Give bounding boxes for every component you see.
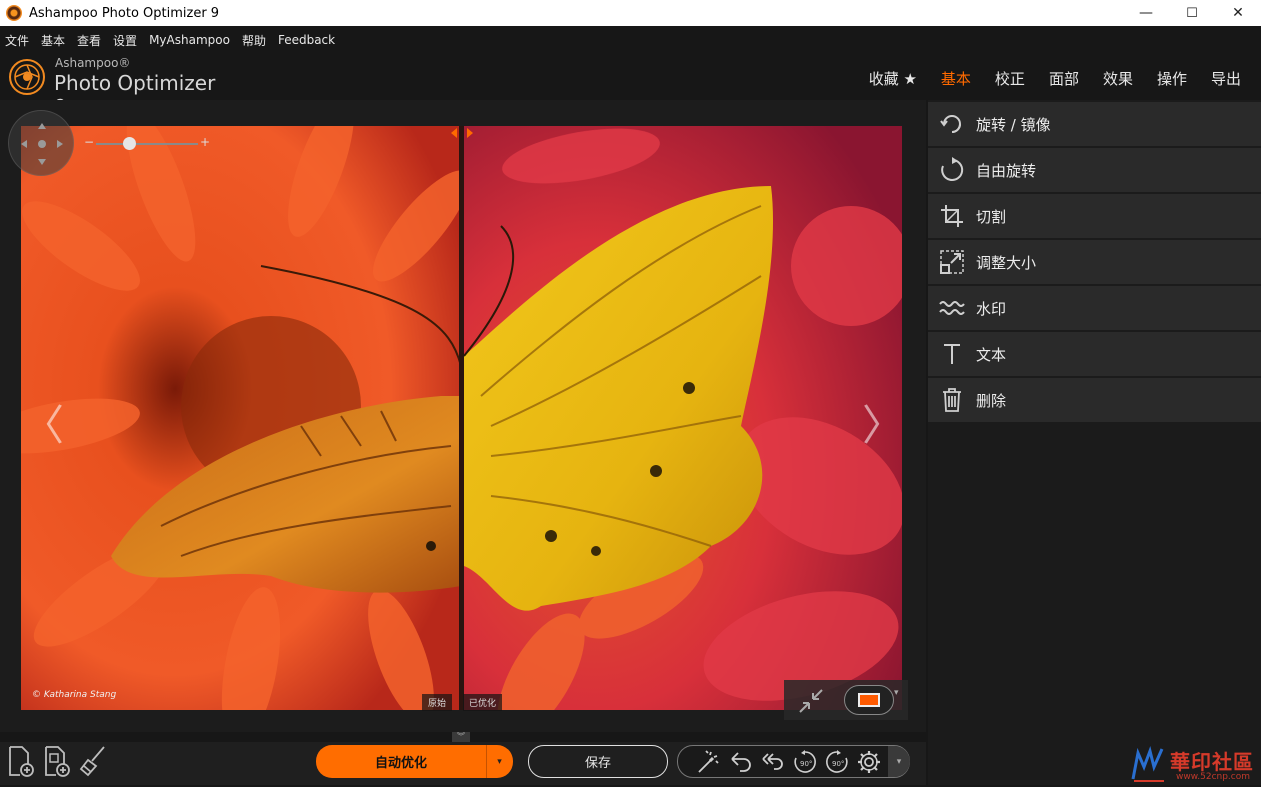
nav-actions[interactable]: 操作	[1157, 68, 1187, 89]
divider-right-handle-icon[interactable]	[467, 128, 473, 138]
rotate-right-90-icon[interactable]: 90°	[824, 749, 850, 775]
undo-icon[interactable]	[728, 749, 754, 775]
label-original: 原始	[422, 694, 453, 711]
auto-optimize-label: 自动优化	[374, 756, 427, 771]
maximize-button[interactable]: ☐	[1169, 0, 1215, 26]
rotate-mirror-icon	[938, 110, 966, 138]
close-button[interactable]: ✕	[1215, 0, 1261, 26]
compare-mode-dropdown[interactable]: ▾	[894, 688, 899, 698]
tool-delete[interactable]: 删除	[928, 378, 1261, 423]
zoom-out-button[interactable]: −	[84, 135, 94, 149]
nav-face[interactable]: 面部	[1049, 68, 1079, 89]
tool-watermark[interactable]: 水印	[928, 286, 1261, 331]
menu-help[interactable]: 帮助	[242, 32, 266, 49]
divider-left-handle-icon[interactable]	[451, 128, 457, 138]
tool-resize[interactable]: 调整大小	[928, 240, 1261, 285]
text-icon	[938, 340, 966, 368]
tool-label: 文本	[976, 345, 1007, 364]
settings-gear-icon[interactable]	[856, 749, 882, 775]
watermark-text: 華印社區	[1170, 750, 1254, 774]
watermark-url: www.52cnp.com	[1176, 772, 1251, 782]
tool-panel: 旋转 / 镜像 自由旋转 切割 调整大小 水印 文本 删除	[928, 100, 1261, 785]
tool-label: 切割	[976, 207, 1007, 226]
category-nav: 收藏 ★ 基本 校正 面部 效果 操作 导出	[845, 68, 1241, 89]
nav-favorites[interactable]: 收藏 ★	[869, 68, 917, 89]
undo-all-icon[interactable]	[760, 749, 786, 775]
next-image-button[interactable]: 〉	[862, 392, 904, 453]
compare-divider[interactable]	[459, 126, 464, 710]
app-logo: Ashampoo® Photo Optimizer 9	[8, 56, 228, 119]
photo-credit: © Katharina Stang	[32, 690, 117, 700]
magic-wand-icon[interactable]	[696, 749, 722, 775]
brand-small: Ashampoo®	[55, 56, 131, 70]
svg-text:90°: 90°	[832, 760, 844, 768]
split-view-icon	[858, 693, 880, 707]
tool-text[interactable]: 文本	[928, 332, 1261, 377]
svg-text:90°: 90°	[800, 760, 812, 768]
tool-label: 删除	[976, 391, 1007, 410]
auto-optimize-button[interactable]: 自动优化 ▾	[316, 745, 513, 778]
minimize-button[interactable]: —	[1123, 0, 1169, 26]
menu-bar: 文件 基本 查看 设置 MyAshampoo 帮助 Feedback	[0, 26, 1261, 54]
menu-myashampoo[interactable]: MyAshampoo	[149, 33, 230, 47]
crop-icon	[938, 202, 966, 230]
rotate-left-90-icon[interactable]: 90°	[792, 749, 818, 775]
menu-settings[interactable]: 设置	[113, 32, 137, 49]
tool-label: 旋转 / 镜像	[976, 115, 1051, 134]
ashampoo-logo-icon	[9, 59, 45, 95]
pan-arrows-icon	[21, 123, 63, 165]
zoom-track[interactable]	[96, 143, 198, 145]
split-view-toggle[interactable]	[844, 685, 894, 715]
add-file-icon[interactable]	[6, 744, 36, 778]
watermark-logo-icon	[1131, 745, 1164, 782]
nav-export[interactable]: 导出	[1211, 68, 1241, 89]
auto-optimize-dropdown[interactable]: ▾	[487, 757, 512, 767]
nav-basic[interactable]: 基本	[941, 68, 971, 89]
tool-label: 自由旋转	[976, 161, 1037, 180]
compare-controls: ▾	[784, 680, 908, 720]
trash-icon	[938, 386, 966, 414]
zoom-slider[interactable]: − +	[84, 135, 210, 152]
menu-view[interactable]: 查看	[77, 32, 101, 49]
app-icon	[6, 5, 22, 21]
add-folder-icon[interactable]	[42, 744, 72, 778]
menu-basic[interactable]: 基本	[41, 32, 65, 49]
collapse-toggle[interactable]: ︾	[452, 732, 470, 742]
tool-label: 调整大小	[976, 253, 1037, 272]
shrink-icon[interactable]	[796, 686, 826, 716]
clear-broom-icon[interactable]	[78, 744, 108, 778]
menu-file[interactable]: 文件	[5, 32, 29, 49]
watermark-icon	[938, 294, 966, 322]
zoom-in-button[interactable]: +	[200, 135, 210, 149]
save-button[interactable]: 保存	[528, 745, 668, 778]
tool-free-rotate[interactable]: 自由旋转	[928, 148, 1261, 193]
tool-rotate-mirror[interactable]: 旋转 / 镜像	[928, 102, 1261, 147]
free-rotate-icon	[938, 156, 966, 184]
title-bar: Ashampoo Photo Optimizer 9 — ☐ ✕	[0, 0, 1261, 26]
nav-correction[interactable]: 校正	[995, 68, 1025, 89]
pan-navigator[interactable]	[8, 110, 74, 176]
previous-image-button[interactable]: 〈	[22, 392, 64, 453]
tool-label: 水印	[976, 299, 1007, 318]
nav-effects[interactable]: 效果	[1103, 68, 1133, 89]
tool-crop[interactable]: 切割	[928, 194, 1261, 239]
zoom-knob[interactable]	[122, 137, 136, 150]
resize-icon	[938, 248, 966, 276]
menu-feedback[interactable]: Feedback	[278, 33, 335, 47]
label-optimized: 已优化	[463, 694, 503, 711]
window-title: Ashampoo Photo Optimizer 9	[29, 5, 220, 21]
quick-tools: 90° 90° ▾	[677, 745, 910, 778]
site-watermark: 華印社區 www.52cnp.com	[1130, 745, 1261, 785]
